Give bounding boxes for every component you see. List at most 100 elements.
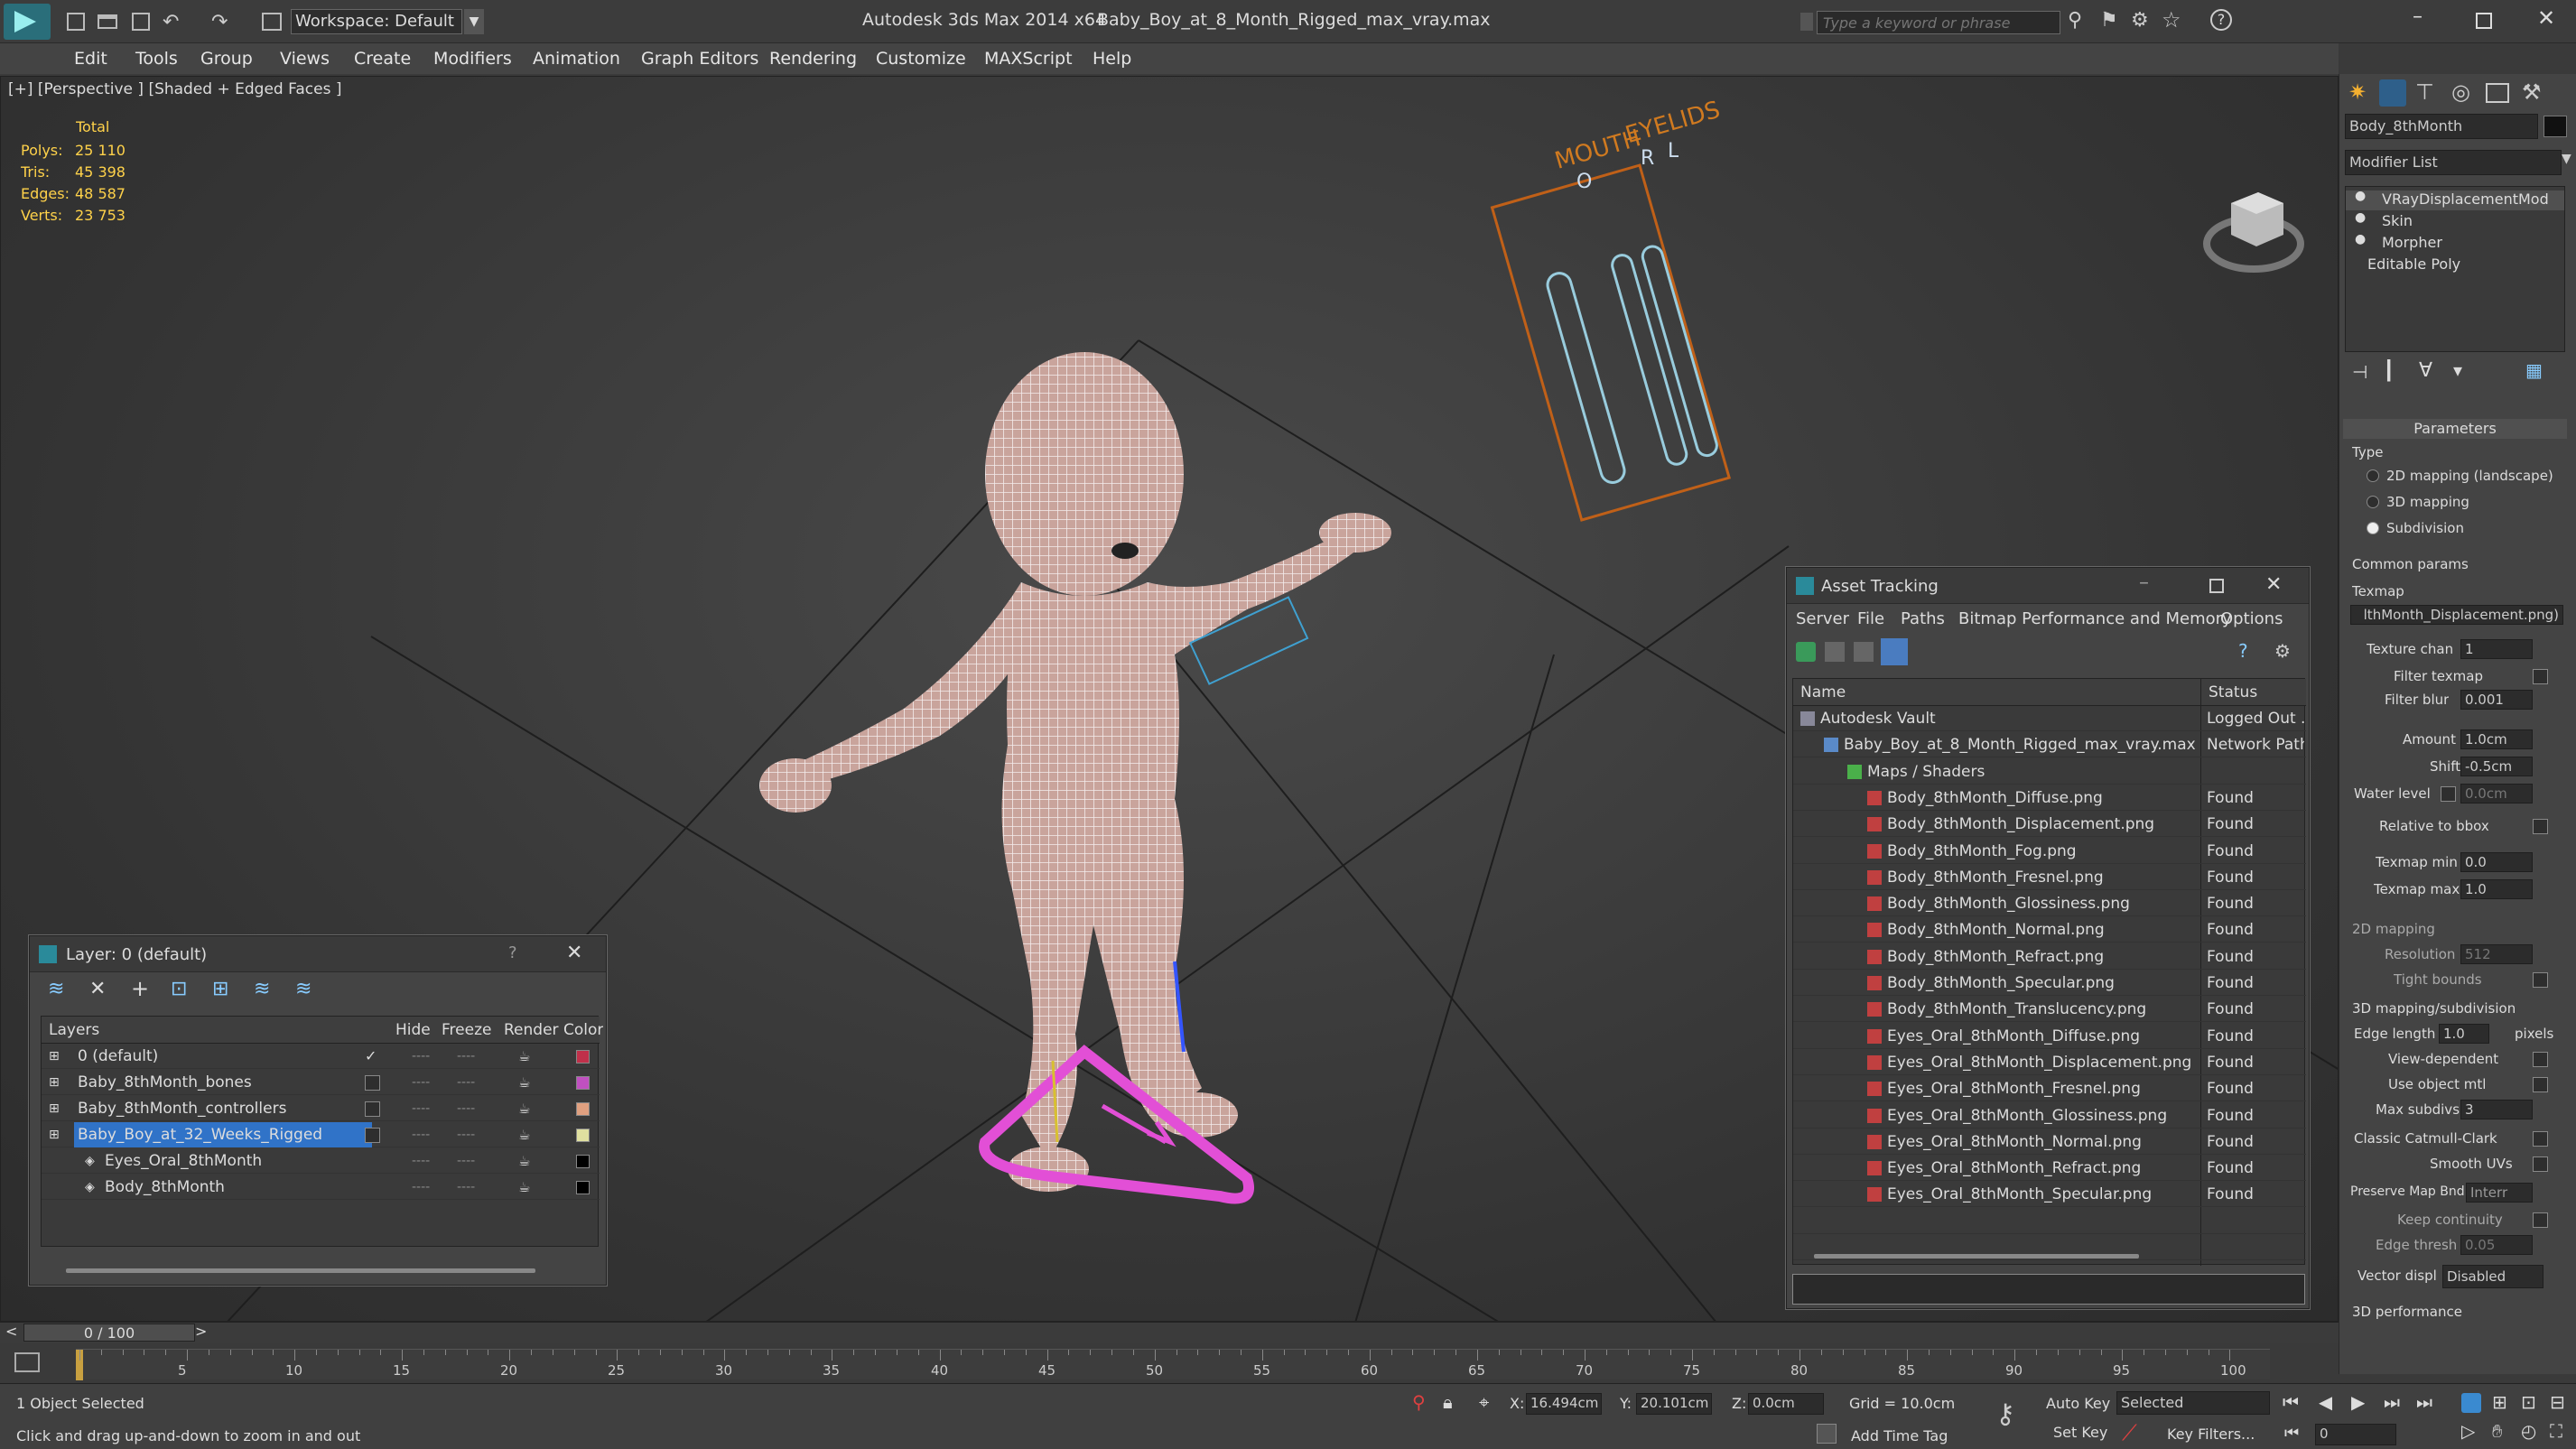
modifier-list-arrow-icon[interactable]: ▼	[2562, 152, 2571, 166]
key-filters-button[interactable]: Key Filters...	[2167, 1426, 2255, 1443]
trackbar[interactable]: 5 10 15 20 25 30 35 40 45 50 55 60 65 70 75 80 85 90 95 100	[0, 1345, 2339, 1381]
render-teapot-icon[interactable]: ☕︎	[518, 1175, 530, 1200]
layer-color-swatch[interactable]	[576, 1102, 590, 1116]
asset-row[interactable]: Body_8thMonth_Displacement.png Found	[1793, 812, 2306, 838]
curve-editor-icon[interactable]	[14, 1352, 40, 1372]
layer-active-checkbox[interactable]	[365, 1128, 380, 1143]
layer-row[interactable]: Body_8thMonth ◈ ---- ---- ☕︎	[42, 1175, 600, 1200]
layer-hide-toggle[interactable]: ----	[412, 1122, 430, 1147]
go-to-end-icon[interactable]: ⏭	[2416, 1391, 2432, 1413]
modifier-editable-poly[interactable]: Editable Poly	[2346, 255, 2460, 273]
menu-modifiers[interactable]: Modifiers	[428, 47, 517, 70]
refresh-icon[interactable]	[1796, 642, 1816, 662]
asset-row[interactable]: Eyes_Oral_8thMonth_Fresnel.png Found	[1793, 1076, 2306, 1102]
y-coordinate-field[interactable]: 20.101cm	[1636, 1393, 1712, 1415]
table-view-icon[interactable]	[1881, 638, 1908, 665]
workspace-dropdown[interactable]: Workspace: Default	[291, 9, 462, 34]
filter-texmap-checkbox[interactable]	[2533, 669, 2548, 684]
modifier-vraydisplacement[interactable]: VRayDisplacementMod	[2346, 190, 2564, 210]
configure-sets-icon[interactable]: ▦	[2525, 359, 2543, 381]
zoom-icon[interactable]	[2461, 1393, 2481, 1413]
selection-set-dropdown[interactable]: Selected	[2116, 1391, 2270, 1415]
asset-hscrollbar[interactable]	[1814, 1254, 2139, 1259]
type-subdivision-radio[interactable]	[2367, 522, 2379, 534]
menu-rendering[interactable]: Rendering	[764, 47, 862, 70]
key-mode-icon[interactable]: ⚷	[1995, 1398, 2015, 1430]
layer-freeze-toggle[interactable]: ----	[457, 1096, 475, 1121]
field-of-view-icon[interactable]: ▷	[2461, 1420, 2475, 1442]
zoom-extents-all-icon[interactable]: ⊟	[2550, 1391, 2565, 1413]
col-status[interactable]: Status	[2209, 679, 2257, 706]
menu-help[interactable]: Help	[1087, 47, 1137, 70]
asset-row[interactable]: Eyes_Oral_8thMonth_Displacement.png Found	[1793, 1050, 2306, 1075]
time-slider-next-icon[interactable]: >	[195, 1323, 207, 1340]
layer-active-checkbox[interactable]: ✓	[365, 1049, 380, 1064]
tight-bounds-checkbox[interactable]	[2533, 972, 2548, 988]
next-frame-icon[interactable]: ⏭	[2384, 1391, 2400, 1413]
asset-row[interactable]: Body_8thMonth_Glossiness.png Found	[1793, 891, 2306, 917]
filter-blur-field[interactable]: 0.001	[2460, 690, 2533, 710]
lock-selection-icon[interactable]: 🔒︎	[1443, 1391, 1453, 1413]
layer-color-swatch[interactable]	[576, 1076, 590, 1090]
classic-catmull-checkbox[interactable]	[2533, 1131, 2548, 1147]
modify-tab-icon[interactable]	[2379, 79, 2406, 107]
maximize-button[interactable]	[2476, 13, 2492, 29]
search-expand-icon[interactable]	[1800, 13, 1813, 31]
asset-menu-options[interactable]: Options	[2220, 604, 2283, 635]
col-name[interactable]: Name	[1800, 679, 1846, 706]
binoculars-icon[interactable]: ⚲	[2068, 9, 2082, 32]
layer-hide-toggle[interactable]: ----	[412, 1070, 430, 1095]
menu-tools[interactable]: Tools	[130, 47, 183, 70]
menu-views[interactable]: Views	[274, 47, 335, 70]
add-time-tag-label[interactable]: Add Time Tag	[1851, 1427, 1948, 1444]
layer-name[interactable]: Baby_8thMonth_controllers	[74, 1096, 372, 1121]
remove-modifier-icon[interactable]: ▾	[2453, 359, 2462, 381]
redo-icon[interactable]: ↷	[211, 11, 228, 33]
play-icon[interactable]: ▶︎	[2351, 1391, 2365, 1413]
amount-field[interactable]: 1.0cm	[2460, 729, 2533, 749]
maximize-viewport-icon[interactable]: ⛶	[2550, 1420, 2562, 1442]
layer-freeze-toggle[interactable]: ----	[457, 1175, 475, 1200]
menu-graph-editors[interactable]: Graph Editors	[636, 47, 764, 70]
layer-name[interactable]: Eyes_Oral_8thMonth	[101, 1148, 372, 1174]
time-slider-thumb[interactable]: 0 / 100	[23, 1324, 195, 1342]
layer-active-checkbox[interactable]	[365, 1075, 380, 1091]
asset-close-button[interactable]: ✕	[2265, 573, 2282, 596]
save-icon[interactable]	[132, 13, 150, 31]
modifier-visibility-bulb-icon[interactable]: ●	[2355, 210, 2366, 225]
layer-window-close-button[interactable]: ✕	[566, 942, 582, 964]
edge-thresh-field[interactable]: 0.05	[2460, 1235, 2533, 1255]
make-unique-icon[interactable]: ∀	[2419, 359, 2432, 382]
menu-edit[interactable]: Edit	[69, 47, 113, 70]
subscription-icon[interactable]: ⚑	[2100, 9, 2118, 32]
add-to-layer-icon[interactable]: +	[131, 976, 149, 1001]
asset-row[interactable]: Body_8thMonth_Specular.png Found	[1793, 971, 2306, 996]
viewport-label[interactable]: [+] [Perspective ] [Shaded + Edged Faces…	[8, 80, 341, 98]
asset-row[interactable]: Eyes_Oral_8thMonth_Glossiness.png Found	[1793, 1103, 2306, 1129]
hide-all-layers-icon[interactable]: ≋	[254, 978, 270, 1000]
object-icon[interactable]: ◈	[85, 1175, 95, 1200]
display-tab-icon[interactable]	[2486, 83, 2509, 103]
asset-minimize-button[interactable]: –	[2139, 571, 2149, 594]
asset-menu-bitmap[interactable]: Bitmap Performance and Memory	[1958, 604, 2232, 635]
pin-stack-icon[interactable]: ⊣	[2352, 361, 2367, 383]
set-key-button[interactable]: Set Key	[2053, 1424, 2107, 1441]
layer-expand-icon[interactable]: ⊞	[49, 1122, 60, 1147]
layer-row[interactable]: Baby_8thMonth_bones ⊞ ---- ---- ☕︎	[42, 1070, 600, 1095]
menu-maxscript[interactable]: MAXScript	[979, 47, 1078, 70]
communication-icon[interactable]: ⚙	[2131, 9, 2149, 32]
resolution-field[interactable]: 512	[2460, 944, 2533, 964]
asset-row[interactable]: Body_8thMonth_Diffuse.png Found	[1793, 785, 2306, 811]
minimize-button[interactable]: –	[2413, 5, 2423, 28]
asset-help-icon[interactable]: ?	[2238, 640, 2248, 662]
x-coordinate-field[interactable]: 16.494cm	[1526, 1393, 1602, 1415]
object-icon[interactable]: ◈	[85, 1148, 95, 1174]
modifier-visibility-bulb-icon[interactable]: ●	[2355, 232, 2366, 246]
asset-row[interactable]: Autodesk Vault Logged Out .	[1793, 706, 2306, 731]
search-input[interactable]	[1817, 11, 2060, 34]
asset-row[interactable]: Baby_Boy_at_8_Month_Rigged_max_vray.max N…	[1793, 732, 2306, 758]
water-level-checkbox[interactable]	[2441, 786, 2456, 802]
layer-window-help-button[interactable]: ?	[508, 943, 517, 962]
create-layer-icon[interactable]: ≋	[48, 978, 64, 1000]
prev-frame-icon[interactable]: ◀︎	[2319, 1391, 2332, 1413]
